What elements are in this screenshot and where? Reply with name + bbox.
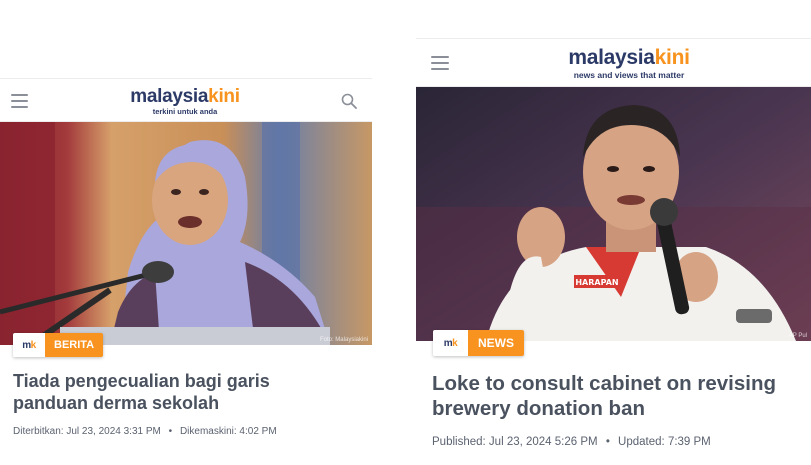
- category-label: NEWS: [468, 330, 524, 356]
- search-icon[interactable]: [341, 93, 357, 109]
- logo-tagline: news and views that matter: [573, 70, 685, 80]
- mk-badge-logo: mk: [433, 330, 468, 356]
- article-headline[interactable]: Tiada pengecualian bagi garis panduan de…: [13, 371, 343, 414]
- photo-credit: AP Pul: [788, 333, 807, 339]
- meta-separator: •: [605, 436, 610, 448]
- menu-icon[interactable]: [11, 94, 28, 108]
- article-meta: Published: Jul 23, 2024 5:26 PM • Update…: [432, 436, 711, 448]
- meta-separator: •: [168, 426, 173, 437]
- site-logo[interactable]: malaysiakini news and views that matter: [559, 47, 699, 80]
- mk-badge-logo: mk: [13, 333, 45, 357]
- shirt-text: HARAPAN: [575, 278, 618, 287]
- badge-mark-m: m: [443, 337, 453, 349]
- updated-time: 4:02 PM: [239, 426, 277, 437]
- menu-icon[interactable]: [431, 56, 449, 70]
- top-nav-bar: malaysiakini news and views that matter: [416, 38, 811, 87]
- badge-mark-k: k: [452, 337, 458, 349]
- article-card-english[interactable]: malaysiakini news and views that matter: [416, 38, 811, 465]
- category-badge[interactable]: mk NEWS: [433, 330, 524, 356]
- badge-mark-m: m: [22, 339, 31, 351]
- logo-text-malaysia: malaysia: [130, 86, 209, 107]
- updated-time: 7:39 PM: [667, 436, 711, 448]
- article-meta: Diterbitkan: Jul 23, 2024 3:31 PM • Dike…: [13, 426, 277, 437]
- site-logo[interactable]: malaysiakini terkini untuk anda: [124, 87, 246, 116]
- article-headline[interactable]: Loke to consult cabinet on revising brew…: [432, 372, 804, 421]
- article-photo[interactable]: Foto: Malaysiakini: [0, 122, 372, 345]
- category-badge[interactable]: mk BERITA: [13, 333, 104, 357]
- top-nav-bar: malaysiakini terkini untuk anda: [0, 78, 372, 122]
- published-label: Diterbitkan:: [13, 426, 64, 437]
- logo-text-kini: kini: [654, 46, 690, 69]
- article-card-malay[interactable]: malaysiakini terkini untuk anda Foto: Ma…: [0, 78, 372, 465]
- published-label: Published:: [432, 436, 486, 448]
- updated-label: Updated:: [618, 436, 665, 448]
- category-label: BERITA: [45, 333, 104, 357]
- article-photo[interactable]: HARAPAN AP Pul: [416, 87, 811, 341]
- logo-text-malaysia: malaysia: [568, 46, 655, 69]
- photo-credit: Foto: Malaysiakini: [319, 337, 368, 343]
- logo-tagline: terkini untuk anda: [152, 107, 218, 116]
- badge-mark-k: k: [30, 339, 37, 351]
- updated-label: Dikemaskini:: [179, 426, 237, 437]
- published-time: Jul 23, 2024 5:26 PM: [488, 436, 598, 448]
- published-time: Jul 23, 2024 3:31 PM: [66, 426, 161, 437]
- logo-text-kini: kini: [208, 86, 240, 107]
